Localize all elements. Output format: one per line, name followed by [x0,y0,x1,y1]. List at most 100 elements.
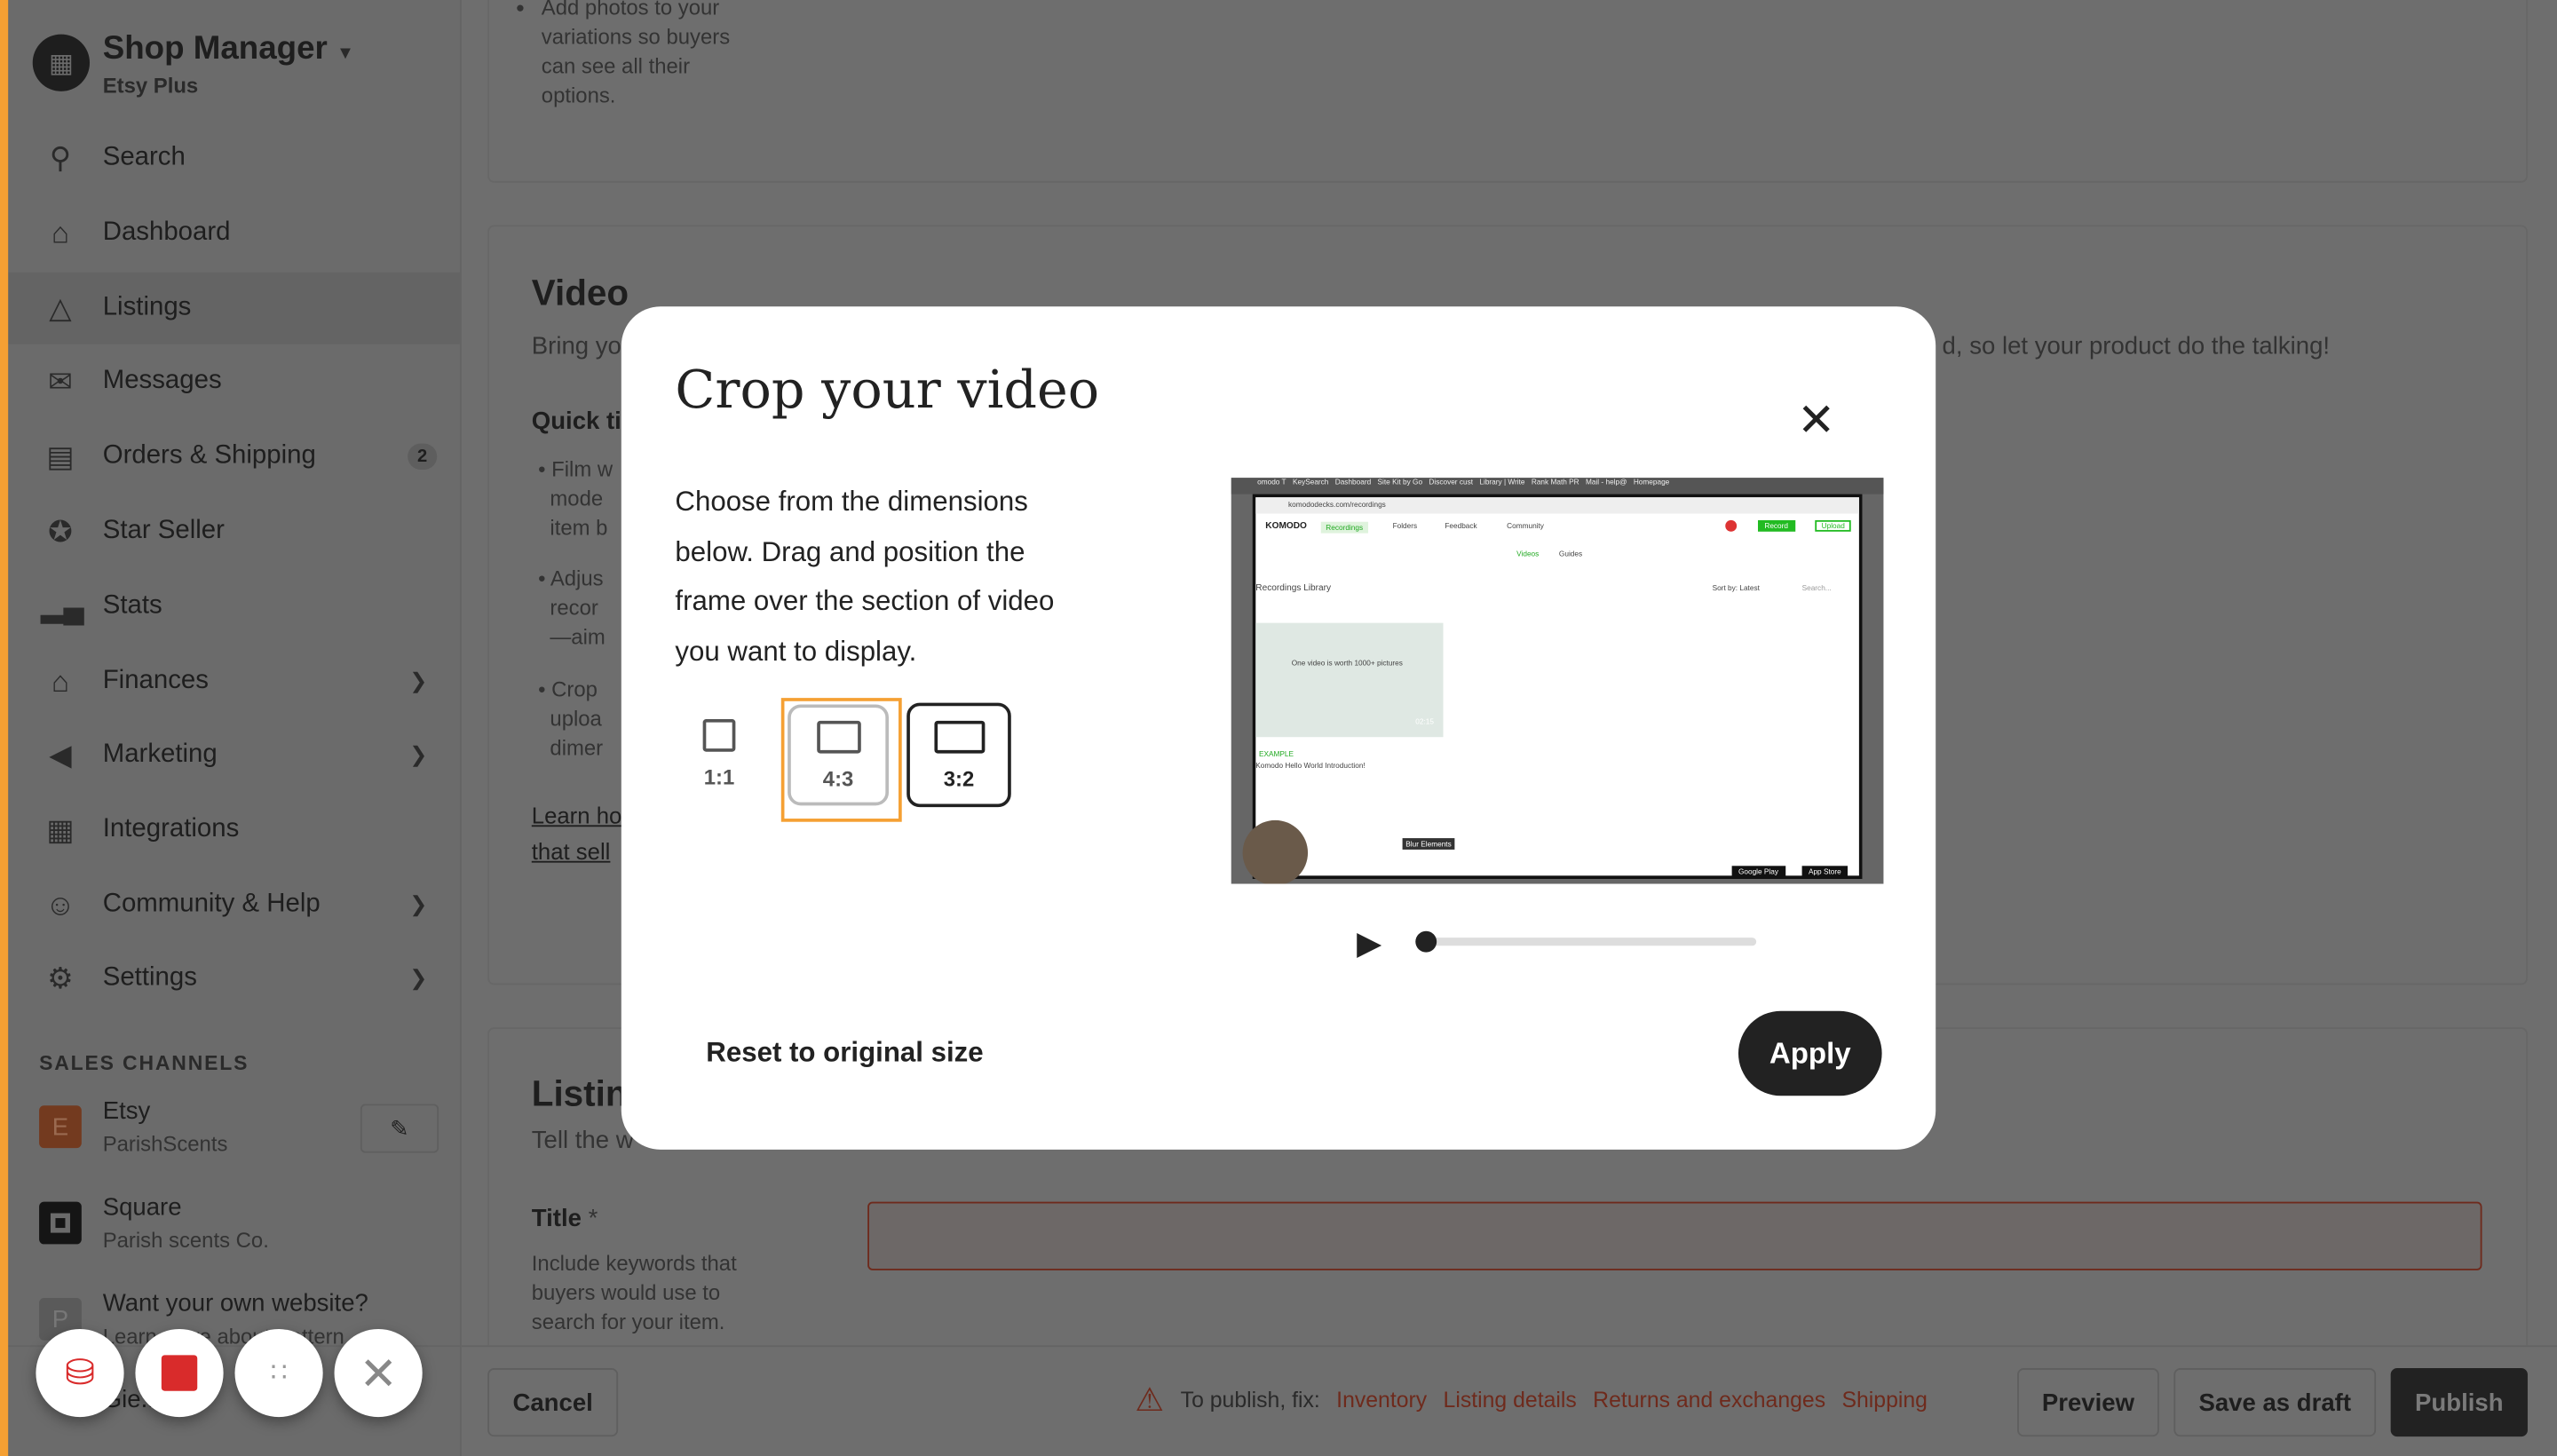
quick-tips-heading: Quick ti [531,408,621,436]
camera-off-icon: ⛁ [65,1351,95,1393]
fix-inventory-link[interactable]: Inventory [1336,1388,1427,1412]
sidebar-item-label: Community & Help [102,890,321,919]
chevron-right-icon: ❯ [409,965,428,990]
grid-icon: ▦ [46,812,75,846]
sidebar-item-settings[interactable]: ⚙ Settings ❯ [8,943,460,1015]
sidebar-item-label: Dashboard [102,218,231,247]
listing-description: Tell the w [531,1127,634,1155]
sidebar-item-messages[interactable]: ✉ Messages [8,345,460,417]
webcam-bubble [1242,819,1309,884]
video-section-title: Video [531,272,629,313]
dots-grid-icon: ∷ [270,1359,288,1389]
title-help: Include keywords that buyers would use to… [531,1250,737,1334]
shop-logo-icon[interactable]: ▦ [32,34,91,91]
pencil-icon: ✎ [390,1114,409,1141]
ratio-1-1-option[interactable]: 1:1 [669,703,770,804]
sidebar-item-search[interactable]: ⚲ Search [8,123,460,194]
landscape-frame-icon [816,719,860,753]
people-icon: ☺ [45,888,75,921]
preview-button[interactable]: Preview [2017,1368,2159,1437]
warning-icon: ⚠ [1135,1382,1165,1419]
channel-name[interactable]: Etsy [103,1097,151,1125]
home-icon: ⌂ [51,216,69,249]
sidebar-item-community[interactable]: ☺ Community & Help ❯ [8,869,460,941]
dialog-description: Choose from the dimensions below. Drag an… [675,486,1055,667]
sidebar-item-label: Messages [102,367,222,395]
sidebar-item-label: Search [102,143,186,171]
title-input[interactable] [867,1201,2482,1270]
dialog-title: Crop your video [675,359,1100,421]
crop-frame[interactable]: komododecks.com/recordings KOMODO Record… [1242,494,1863,884]
photos-tip: Add photos to yourvariations so buyersca… [509,0,730,111]
square-frame-icon [702,718,736,751]
bank-icon: ⌂ [51,664,69,698]
channel-name[interactable]: Square [103,1193,182,1221]
close-dialog-button[interactable]: ✕ [1797,397,1835,442]
sidebar-item-finances[interactable]: ⌂ Finances ❯ [8,645,460,717]
sales-channels-heading: SALES CHANNELS [39,1051,249,1075]
plan-label: Etsy Plus [102,73,199,99]
clipboard-icon: ▤ [46,439,75,472]
learn-more-link[interactable]: Learn ho that sell [532,797,622,869]
envelope-icon: ✉ [48,364,73,398]
screen: ▦ Shop Manager ▼ Etsy Plus ⚲ Search ⌂ Dash… [0,0,2557,1456]
megaphone-icon: ◀ [49,738,72,771]
gear-icon: ⚙ [47,961,74,994]
playback-scrubber[interactable] [1415,930,1757,953]
etsy-channel-icon: E [39,1105,82,1149]
stop-icon [161,1355,198,1391]
reset-size-button[interactable]: Reset to original size [706,1037,983,1070]
camera-toggle-button[interactable]: ⛁ [36,1328,124,1418]
caret-down-icon: ▼ [336,44,355,64]
publish-requirements: ⚠ To publish, fix: Inventory Listing det… [1135,1380,1928,1420]
sidebar-item-dashboard[interactable]: ⌂ Dashboard [8,197,460,269]
tip-2: • Adjus recor —aim [538,566,606,650]
ratio-3-2-option[interactable]: 3:2 [906,702,1011,808]
close-icon: ✕ [359,1348,398,1399]
fix-shipping-link[interactable]: Shipping [1841,1388,1928,1412]
sidebar-item-marketing[interactable]: ◀ Marketing ❯ [8,719,460,791]
channel-shop: ParishScents [102,1131,228,1157]
blur-elements-button[interactable]: ∷ [234,1328,323,1418]
cancel-button[interactable]: Cancel [487,1368,619,1437]
sidebar-item-label: Orders & Shipping [102,441,316,470]
video-description-end: d, so let your product do the talking! [1942,332,2331,360]
fix-returns-link[interactable]: Returns and exchanges [1593,1388,1825,1412]
tip-3: • Crop uploa dimer [538,677,604,760]
shapes-icon: △ [49,290,72,324]
sidebar-item-stats[interactable]: ▂▄ Stats [8,571,460,643]
scrubber-handle[interactable] [1415,930,1437,953]
pattern-promo-title[interactable]: Want your own website? [103,1290,368,1318]
chevron-right-icon: ❯ [409,669,428,693]
save-draft-button[interactable]: Save as draft [2173,1368,2377,1437]
sidebar-item-listings[interactable]: △ Listings [8,272,460,344]
recording-border [0,0,9,1456]
sidebar-item-label: Star Seller [102,517,225,545]
ratio-4-3-option[interactable]: 4:3 [788,704,890,806]
sidebar-item-integrations[interactable]: ▦ Integrations [8,794,460,866]
apply-button[interactable]: Apply [1738,1010,1882,1096]
video-browser-tabs: omodo T KeySearch Dashboard Site Kit by Go D… [1231,478,1884,495]
square-channel-icon [39,1201,82,1245]
close-recorder-button[interactable]: ✕ [334,1328,423,1418]
sidebar-item-star-seller[interactable]: ✪ Star Seller [8,495,460,567]
sidebar-item-orders[interactable]: ▤ Orders & Shipping 2 [8,421,460,493]
video-description: Bring yo [531,332,621,360]
publish-button[interactable]: Publish [2390,1368,2528,1437]
chevron-right-icon: ❯ [409,891,428,917]
sidebar-item-label: Integrations [102,815,240,843]
stop-recording-button[interactable] [135,1328,224,1418]
edit-channel-button[interactable]: ✎ [360,1104,439,1153]
play-button[interactable]: ▶ [1357,923,1381,964]
sidebar: ▦ Shop Manager ▼ Etsy Plus ⚲ Search ⌂ Dash… [0,0,462,1456]
video-preview[interactable]: omodo T KeySearch Dashboard Site Kit by Go D… [1231,478,1884,884]
fix-listing-details-link[interactable]: Listing details [1444,1388,1577,1412]
tip-1: • Film w mode item b [538,456,614,540]
search-icon: ⚲ [49,140,72,174]
title-label: Title * [531,1205,598,1233]
chevron-right-icon: ❯ [409,741,428,767]
fix-prefix: To publish, fix: [1180,1388,1320,1412]
photos-card: Add photos to yourvariations so buyersca… [487,0,2528,183]
sidebar-item-label: Settings [102,963,197,992]
shop-manager-title[interactable]: Shop Manager ▼ [103,31,354,68]
